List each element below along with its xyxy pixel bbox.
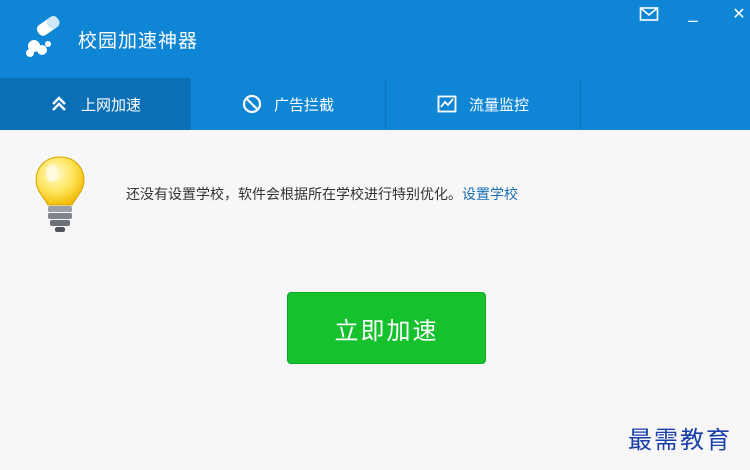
accelerate-now-button[interactable]: 立即加速 — [287, 292, 486, 364]
tab-traffic-monitor[interactable]: 流量监控 — [386, 78, 580, 130]
tab-divider — [580, 78, 581, 130]
notice-text: 还没有设置学校，软件会根据所在学校进行特别优化。 — [126, 187, 462, 203]
tab-ad-block[interactable]: 广告拦截 — [191, 78, 385, 130]
watermark-text: 最需教育 — [628, 426, 732, 454]
feedback-mail-button[interactable] — [638, 6, 660, 26]
tab-label: 上网加速 — [80, 95, 141, 114]
app-title: 校园加速神器 — [78, 30, 199, 52]
app-logo-icon — [26, 16, 60, 57]
title-bar: 校园加速神器 _ ✕ — [0, 0, 750, 78]
tab-accelerate[interactable]: 上网加速 — [0, 78, 190, 130]
set-school-link[interactable]: 设置学校 — [462, 187, 518, 203]
close-button[interactable]: ✕ — [728, 4, 750, 24]
school-notice: 还没有设置学校，软件会根据所在学校进行特别优化。设置学校 — [126, 184, 518, 204]
tab-label: 流量监控 — [468, 95, 529, 114]
block-icon — [242, 94, 262, 114]
minimize-button[interactable]: _ — [682, 2, 704, 23]
chart-icon — [437, 95, 457, 113]
tab-label: 广告拦截 — [273, 95, 334, 114]
tab-bar: 上网加速 广告拦截 流量监控 — [0, 78, 750, 130]
envelope-icon — [639, 7, 659, 21]
double-chevron-up-icon — [52, 96, 66, 111]
lightbulb-icon — [35, 156, 85, 232]
